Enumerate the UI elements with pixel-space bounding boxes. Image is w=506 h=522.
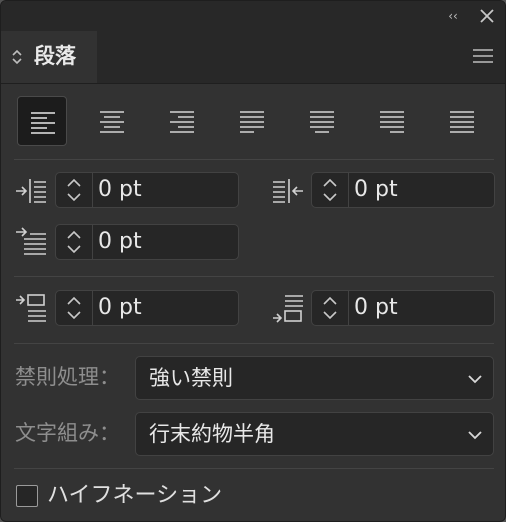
align-left-button[interactable] — [17, 96, 67, 146]
justify-all-icon — [450, 111, 474, 133]
right-indent-field[interactable]: 0 pt — [311, 172, 495, 208]
align-right-button[interactable] — [157, 96, 207, 146]
align-center-icon — [100, 111, 124, 133]
justify-all-button[interactable] — [437, 96, 487, 146]
panel-titlebar: ‹‹ — [1, 1, 505, 31]
stepper-arrows-icon[interactable] — [56, 291, 93, 325]
first-line-indent-value[interactable]: 0 pt — [98, 225, 142, 259]
paragraph-panel: ‹‹ 段落 0 pt 0 pt 0 pt 0 pt 0 pt 禁則処理： 強い禁… — [0, 0, 506, 522]
tab-row: 段落 — [1, 31, 505, 84]
space-before-icon — [14, 292, 48, 326]
kinsoku-value: 強い禁則 — [149, 366, 233, 390]
align-center-button[interactable] — [87, 96, 137, 146]
space-after-icon — [271, 292, 305, 326]
stepper-arrows-icon[interactable] — [56, 173, 93, 207]
chevron-down-icon — [466, 370, 484, 388]
updown-arrows-icon — [11, 47, 23, 67]
justify-last-right-icon — [380, 111, 404, 133]
mojikumi-label: 文字組み： — [15, 421, 120, 445]
tab-label: 段落 — [34, 44, 76, 68]
left-indent-field[interactable]: 0 pt — [55, 172, 239, 208]
divider — [14, 276, 494, 277]
stepper-arrows-icon[interactable] — [312, 291, 349, 325]
space-after-field[interactable]: 0 pt — [311, 290, 495, 326]
right-indent-value[interactable]: 0 pt — [354, 173, 398, 207]
justify-last-left-icon — [240, 111, 264, 133]
align-left-icon — [31, 112, 55, 134]
mojikumi-dropdown[interactable]: 行末約物半角 — [135, 412, 494, 456]
first-line-indent-icon — [14, 226, 48, 260]
stepper-arrows-icon[interactable] — [312, 173, 349, 207]
space-before-value[interactable]: 0 pt — [98, 291, 142, 325]
collapse-panel-button[interactable]: ‹‹ — [444, 6, 462, 26]
tab-paragraph[interactable]: 段落 — [1, 31, 97, 83]
justify-last-left-button[interactable] — [227, 96, 277, 146]
hamburger-menu-icon[interactable] — [471, 45, 495, 67]
justify-last-center-icon — [310, 111, 334, 133]
space-after-value[interactable]: 0 pt — [354, 291, 398, 325]
right-indent-icon — [271, 174, 305, 208]
kinsoku-label: 禁則処理： — [15, 365, 120, 389]
hyphenation-checkbox[interactable] — [16, 485, 38, 507]
chevron-down-icon — [466, 426, 484, 444]
first-line-indent-field[interactable]: 0 pt — [55, 224, 239, 260]
close-icon[interactable] — [476, 5, 498, 27]
align-right-icon — [170, 111, 194, 133]
justify-last-right-button[interactable] — [367, 96, 417, 146]
left-indent-icon — [14, 174, 48, 208]
divider — [14, 343, 494, 344]
divider — [14, 159, 494, 160]
stepper-arrows-icon[interactable] — [56, 225, 93, 259]
justify-last-center-button[interactable] — [297, 96, 347, 146]
kinsoku-dropdown[interactable]: 強い禁則 — [135, 356, 494, 400]
left-indent-value[interactable]: 0 pt — [98, 173, 142, 207]
space-before-field[interactable]: 0 pt — [55, 290, 239, 326]
divider — [14, 468, 494, 469]
mojikumi-value: 行末約物半角 — [149, 422, 275, 446]
hyphenation-label[interactable]: ハイフネーション — [47, 479, 222, 513]
